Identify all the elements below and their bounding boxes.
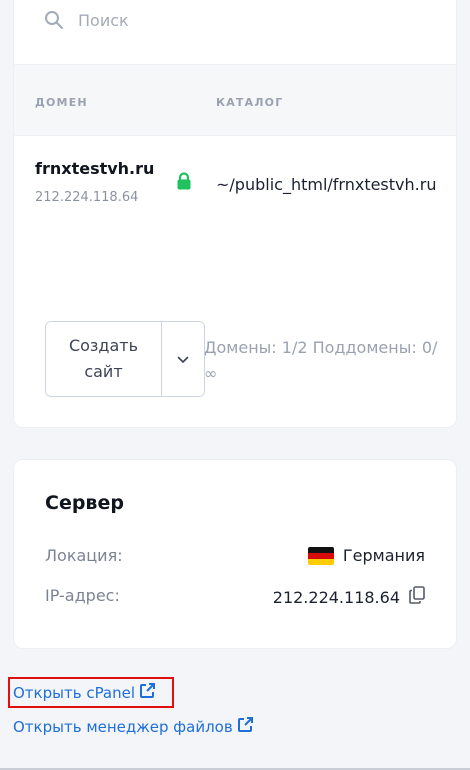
column-header-directory: КАТАЛОГ [216,96,284,109]
directory-path: ~/public_html/frnxtestvh.ru [216,175,437,194]
domain-quota: Домены: 1/2 Поддомены: 0/∞ [204,338,438,383]
open-file-manager-label: Открыть менеджер файлов [13,717,233,736]
ip-label: IP-адрес: [45,586,120,605]
server-title: Сервер [45,492,124,514]
domain-name[interactable]: frnxtestvh.ru [35,159,154,178]
create-site-button[interactable]: Создать сайт [46,322,162,396]
search-input[interactable] [78,10,378,30]
search-bar[interactable] [44,7,378,33]
chevron-down-icon [177,352,189,367]
open-cpanel-label: Открыть cPanel [13,683,136,702]
open-cpanel-link[interactable]: Открыть cPanel [13,682,156,703]
copy-icon[interactable] [409,586,425,608]
location-value: Германия [307,546,425,565]
lock-icon [176,172,192,194]
column-header-domain: ДОМЕН [35,96,88,109]
domain-ip: 212.224.118.64 [35,190,139,205]
open-file-manager-link[interactable]: Открыть менеджер файлов [13,716,254,737]
ip-value: 212.224.118.64 [273,586,425,608]
domains-card: ДОМЕН КАТАЛОГ frnxtestvh.ru 212.224.118.… [13,0,457,428]
location-text: Германия [342,546,425,565]
table-header: ДОМЕН КАТАЛОГ [14,64,456,136]
external-link-icon [237,716,254,737]
germany-flag-icon [307,546,334,565]
location-label: Локация: [45,546,123,565]
create-site-button-group: Создать сайт [45,321,205,397]
search-icon [44,10,64,30]
external-link-icon [139,682,156,703]
create-site-label: Создать сайт [68,336,139,381]
ip-text: 212.224.118.64 [272,587,400,607]
server-card: Сервер Локация: Германия IP-адрес: 212.2… [13,459,457,649]
create-site-dropdown-button[interactable] [162,322,204,396]
